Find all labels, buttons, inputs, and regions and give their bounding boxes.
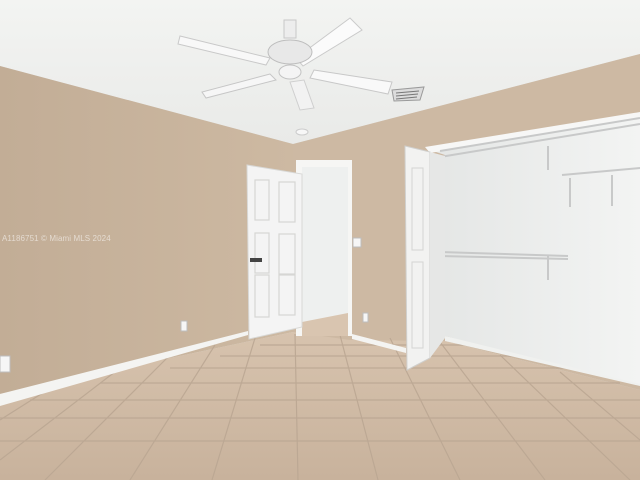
interior-door — [246, 164, 303, 340]
wall-outlet — [180, 320, 188, 332]
light-switch — [352, 237, 362, 248]
air-vent-icon — [391, 86, 425, 102]
door-handle — [250, 258, 262, 262]
smoke-detector — [295, 128, 309, 136]
room-photo: A1186751 © Miami MLS 2024 — [0, 0, 640, 480]
wall-outlet-left — [0, 355, 11, 373]
hall-doorway — [296, 160, 352, 336]
watermark-text: A1186751 © Miami MLS 2024 — [2, 234, 111, 243]
wall-outlet-right — [362, 312, 369, 323]
closet-bifold-door — [404, 145, 445, 371]
